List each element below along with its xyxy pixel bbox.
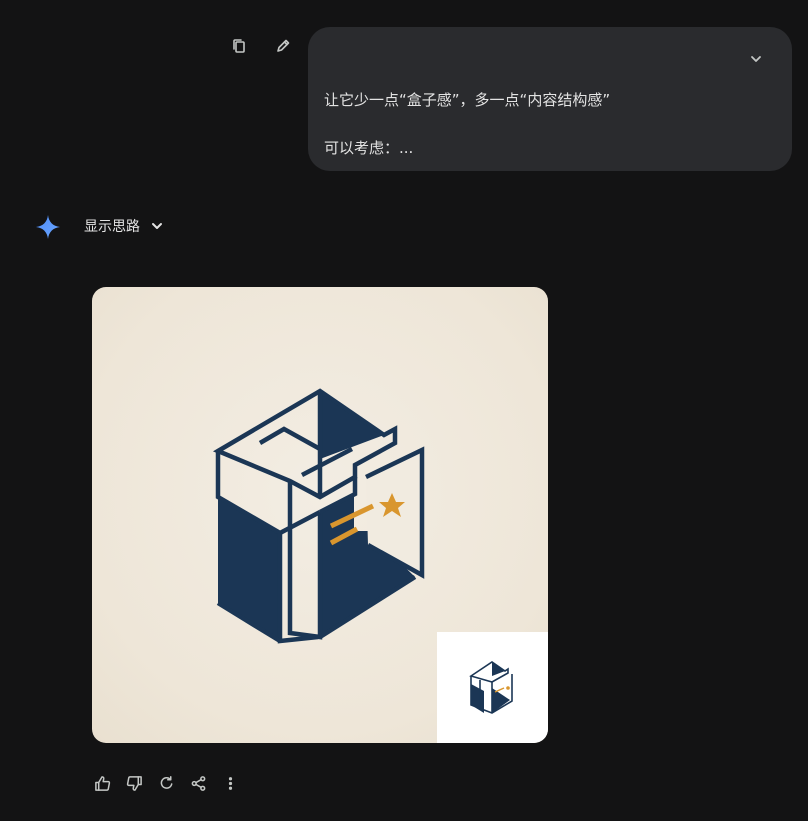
chat-page: 让它少一点“盒子感”，多一点“内容结构感” 可以考虑：... 显示思路 <box>0 0 808 821</box>
share-button[interactable] <box>186 771 210 795</box>
more-vert-icon <box>228 776 232 790</box>
show-thinking-label: 显示思路 <box>84 219 140 235</box>
more-options-button[interactable] <box>218 771 242 795</box>
chevron-down-icon <box>751 56 761 62</box>
copy-icon <box>233 39 245 53</box>
user-message-actions <box>227 34 295 58</box>
copy-button[interactable] <box>227 34 251 58</box>
regenerate-button[interactable] <box>154 771 178 795</box>
edit-button[interactable] <box>271 34 295 58</box>
generated-logo-image[interactable] <box>92 287 548 743</box>
edit-icon <box>277 39 290 52</box>
user-message-line-2: 可以考虑：... <box>324 139 414 157</box>
good-response-button[interactable] <box>90 771 114 795</box>
show-thinking-toggle[interactable]: 显示思路 <box>84 216 164 236</box>
chevron-down-icon <box>152 223 162 229</box>
user-message-line-1: 让它少一点“盒子感”，多一点“内容结构感” <box>324 91 611 109</box>
cube-logo-thumbnail-graphic <box>469 661 513 714</box>
bad-response-button[interactable] <box>122 771 146 795</box>
expand-message-button[interactable] <box>744 47 768 71</box>
regenerate-icon <box>160 775 172 789</box>
sparkle-icon <box>36 215 60 239</box>
thumbs-up-icon <box>94 775 110 791</box>
logo-thumbnail <box>437 632 548 743</box>
share-icon <box>191 775 205 791</box>
response-actions <box>90 771 242 795</box>
thumbs-down-icon <box>126 775 142 791</box>
